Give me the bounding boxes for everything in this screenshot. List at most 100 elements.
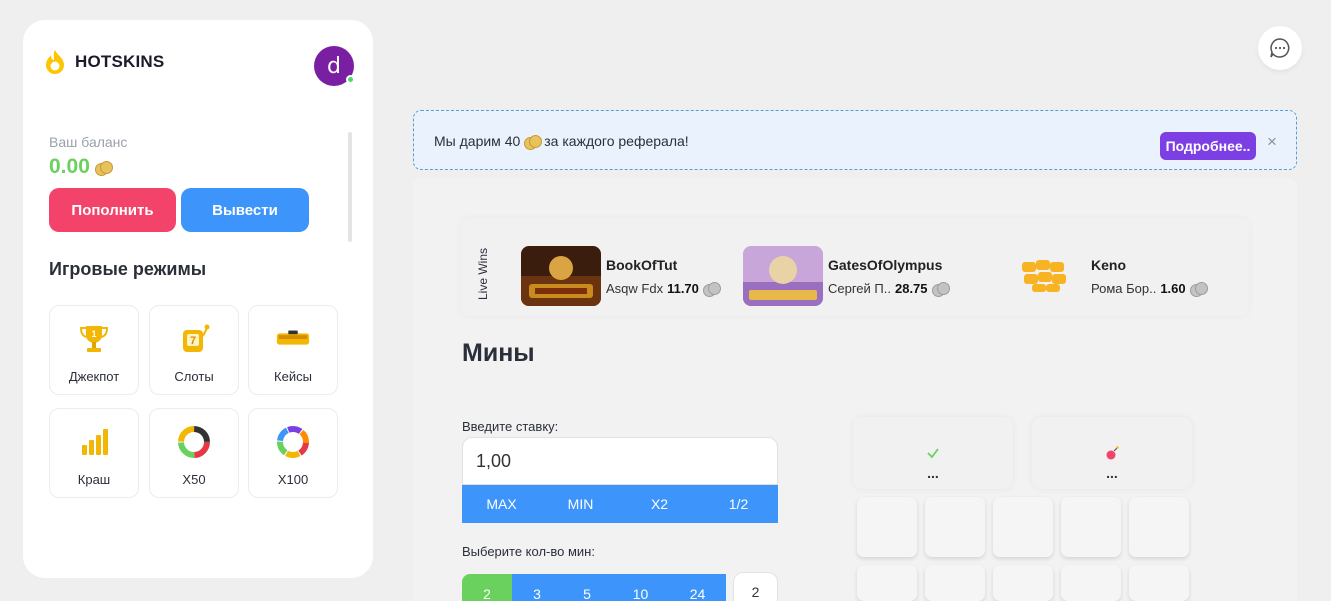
mine-tile[interactable] [1129, 565, 1189, 601]
mines-count-input[interactable] [733, 572, 778, 601]
mode-cases-label: Кейсы [274, 369, 312, 384]
mine-tile[interactable] [1129, 497, 1189, 557]
mines-count-label: Выберите кол-во мин: [462, 544, 595, 559]
sidebar: HOTSKINS d Ваш баланс 0.00 Пополнить Выв… [23, 20, 373, 578]
mines-option-10[interactable]: 10 [612, 574, 669, 601]
mines-option-24[interactable]: 24 [669, 574, 726, 601]
game-thumbnail-bookoftut [521, 246, 601, 306]
live-win-info: Keno Рома Бор.. 1.60 [1091, 256, 1208, 297]
mine-tile[interactable] [857, 497, 917, 557]
mine-tile[interactable] [993, 565, 1053, 601]
withdraw-button[interactable]: Вывести [181, 188, 309, 232]
safe-stat-value: ... [927, 465, 939, 481]
mine-tile[interactable] [1061, 565, 1121, 601]
coins-icon [931, 281, 950, 297]
mines-option-2[interactable]: 2 [462, 574, 512, 601]
logo[interactable]: HOTSKINS [42, 49, 164, 75]
banner-more-button[interactable]: Подробнее.. [1160, 132, 1256, 160]
live-win-info: BookOfTut Asqw Fdx 11.70 [606, 256, 721, 297]
game-thumbnail-gatesofolympus [743, 246, 823, 306]
referral-banner: Мы дарим 40 за каждого реферала! Подробн… [413, 110, 1297, 170]
brand-name: HOTSKINS [75, 52, 165, 71]
mines-option-3[interactable]: 3 [512, 574, 562, 601]
live-win-user: Asqw Fdx [606, 280, 664, 296]
svg-text:7: 7 [190, 335, 196, 347]
live-win-game: Keno [1091, 256, 1126, 273]
bet-min-button[interactable]: MIN [541, 485, 620, 523]
live-wins-label: Live Wins [476, 247, 490, 300]
safe-stat-card: ... [853, 417, 1013, 489]
coins-icon [524, 134, 543, 150]
mode-x50[interactable]: X50 [149, 408, 239, 498]
mode-slots[interactable]: 7 Слоты [149, 305, 239, 395]
bet-max-button[interactable]: MAX [462, 485, 541, 523]
live-win-line: Рома Бор.. 1.60 [1091, 280, 1208, 297]
slot-machine-icon: 7 [176, 321, 212, 357]
mode-slots-label: Слоты [174, 369, 214, 384]
chat-icon [1270, 38, 1290, 58]
mode-jackpot[interactable]: 1 Джекпот [49, 305, 139, 395]
banner-text-end: за каждого реферала! [544, 133, 689, 149]
bet-quick-buttons: MAX MIN X2 1/2 [462, 485, 778, 523]
balance-value: 0.00 [49, 155, 113, 179]
mode-crash[interactable]: Краш [49, 408, 139, 498]
avatar-letter: d [327, 53, 341, 79]
mode-x100[interactable]: X100 [248, 408, 338, 498]
bet-input[interactable] [462, 437, 778, 485]
coins-icon [94, 160, 113, 176]
bomb-icon [1106, 446, 1119, 460]
crash-chart-icon [76, 424, 112, 460]
live-win-line: Сергей П.. 28.75 [828, 280, 950, 297]
coins-icon [1189, 281, 1208, 297]
live-win-item[interactable]: Keno Рома Бор.. 1.60 [1006, 246, 1208, 306]
mine-tile[interactable] [993, 497, 1053, 557]
live-win-item[interactable]: BookOfTut Asqw Fdx 11.70 [521, 246, 721, 306]
check-icon [927, 448, 939, 459]
live-win-info: GatesOfOlympus Сергей П.. 28.75 [828, 256, 950, 297]
mode-jackpot-label: Джекпот [68, 369, 120, 384]
close-icon[interactable]: × [1267, 132, 1277, 152]
page-title: Мины [462, 339, 535, 367]
mode-crash-label: Краш [77, 472, 111, 487]
deposit-button[interactable]: Пополнить [49, 188, 176, 232]
live-win-amount: 11.70 [667, 280, 699, 296]
bet-half-button[interactable]: 1/2 [699, 485, 778, 523]
live-win-game: BookOfTut [606, 256, 678, 273]
bomb-stat-card: ... [1032, 417, 1192, 489]
game-modes-title: Игровые режимы [49, 259, 207, 279]
mine-tile[interactable] [857, 565, 917, 601]
svg-text:1: 1 [91, 329, 96, 339]
live-win-line: Asqw Fdx 11.70 [606, 280, 721, 297]
mode-x50-label: X50 [182, 472, 206, 487]
coins-icon [702, 281, 721, 297]
live-win-user: Рома Бор.. [1091, 280, 1157, 296]
mine-tile[interactable] [925, 497, 985, 557]
mine-tile[interactable] [925, 565, 985, 601]
live-win-user: Сергей П.. [828, 280, 891, 296]
online-indicator [346, 75, 355, 84]
live-win-game: GatesOfOlympus [828, 256, 943, 273]
flame-logo-icon [46, 50, 64, 74]
mode-x100-label: X100 [277, 472, 309, 487]
mines-count-options: 2 3 5 10 24 [462, 574, 726, 601]
avatar[interactable]: d [314, 46, 355, 86]
bomb-stat-value: ... [1106, 465, 1118, 481]
wheel-x50-icon [176, 424, 212, 460]
balance-label: Ваш баланс [49, 134, 128, 150]
banner-text: Мы дарим 40 за каждого реферала! [434, 133, 689, 150]
chat-button[interactable] [1258, 26, 1302, 70]
mode-cases[interactable]: Кейсы [248, 305, 338, 395]
bet-x2-button[interactable]: X2 [620, 485, 699, 523]
live-win-amount: 28.75 [894, 280, 928, 296]
sidebar-scrollbar[interactable] [348, 132, 352, 242]
trophy-icon: 1 [76, 321, 112, 357]
balance-amount: 0.00 [49, 155, 90, 178]
banner-text-start: Мы дарим 40 [434, 133, 521, 149]
mine-tile[interactable] [1061, 497, 1121, 557]
bet-label: Введите ставку: [462, 419, 559, 434]
live-win-item[interactable]: GatesOfOlympus Сергей П.. 28.75 [743, 246, 950, 306]
live-win-amount: 1.60 [1160, 280, 1186, 296]
game-thumbnail-keno [1006, 246, 1086, 306]
mines-option-5[interactable]: 5 [562, 574, 612, 601]
case-icon [275, 321, 311, 357]
